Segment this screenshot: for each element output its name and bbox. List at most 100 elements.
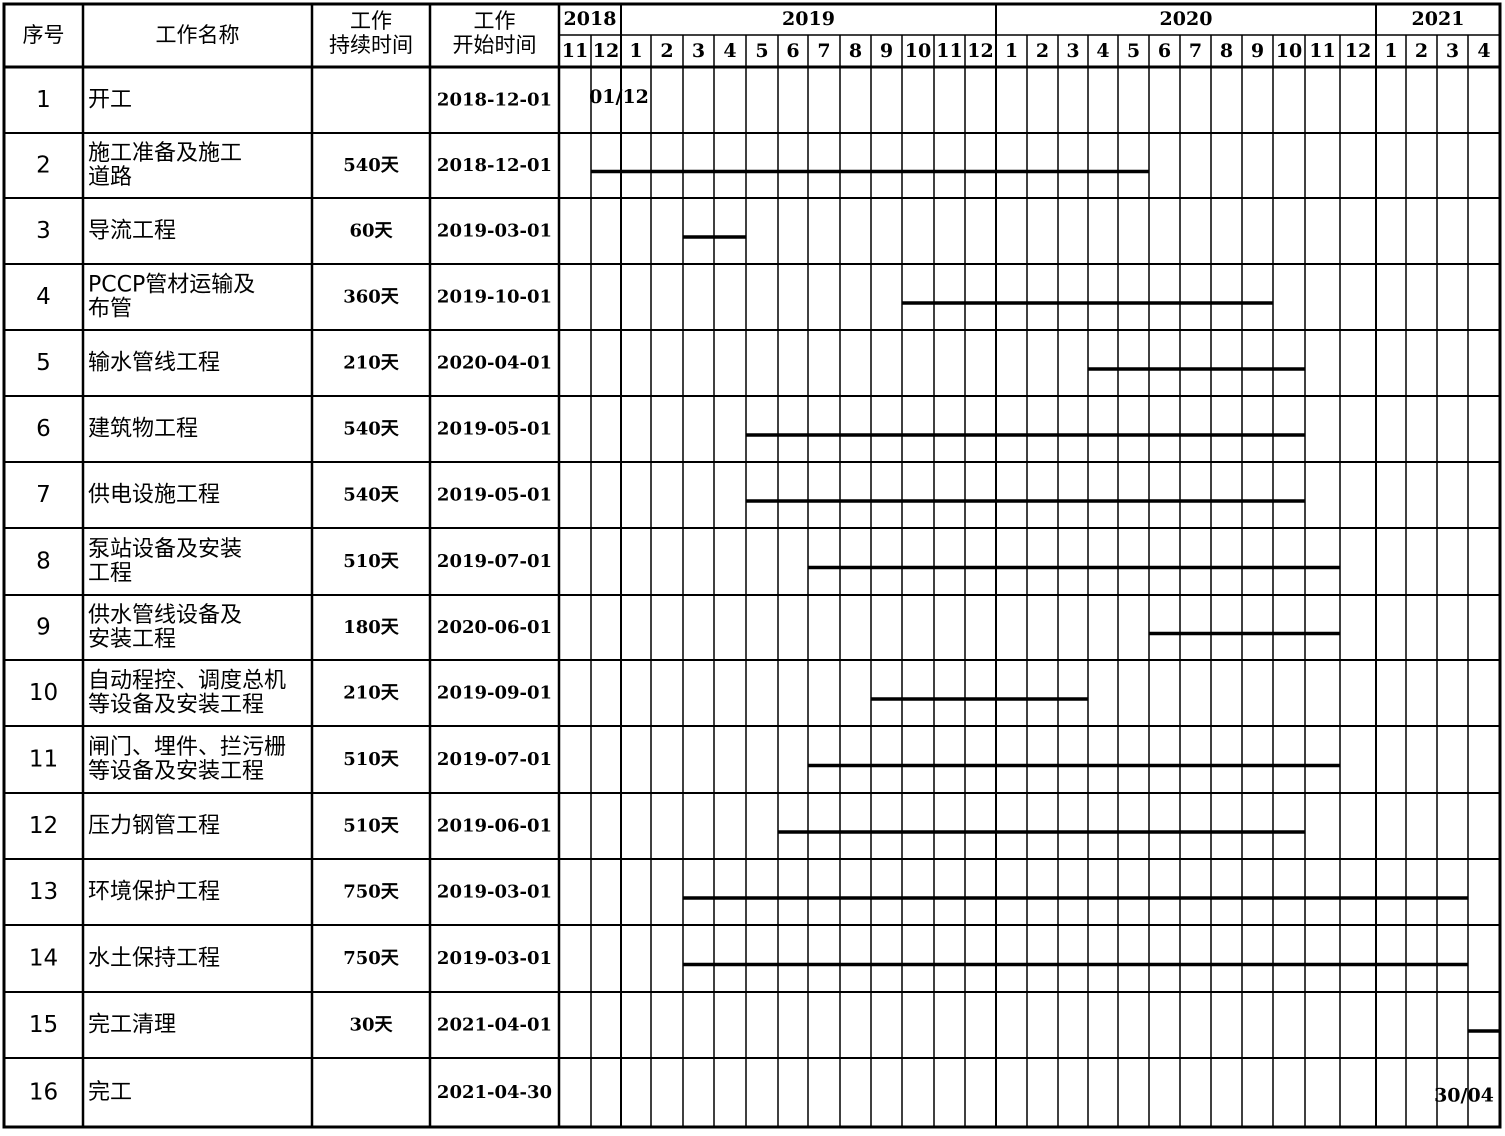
month-label: 2	[660, 40, 673, 62]
milestone-label: 01/12	[589, 86, 649, 108]
month-label: 6	[1158, 40, 1171, 62]
task-start-date: 2020-04-01	[437, 353, 552, 374]
task-number: 15	[29, 1012, 58, 1038]
month-label: 10	[1276, 40, 1302, 62]
month-label: 12	[1345, 40, 1371, 62]
task-number: 14	[29, 946, 58, 972]
task-number: 7	[36, 482, 51, 508]
month-label: 8	[849, 40, 862, 62]
task-number: 16	[29, 1080, 58, 1106]
task-start-date: 2019-03-01	[437, 882, 552, 903]
task-start-date: 2019-07-01	[437, 749, 552, 770]
month-label: 4	[1477, 40, 1490, 62]
task-duration: 540天	[343, 419, 400, 440]
milestone-label: 30/04	[1434, 1085, 1494, 1107]
task-name: 供水管线设备及	[88, 603, 242, 628]
task-duration: 510天	[343, 816, 400, 837]
task-name: 等设备及安装工程	[88, 693, 264, 718]
month-label: 3	[1446, 40, 1459, 62]
task-duration: 210天	[343, 683, 400, 704]
task-start-date: 2018-12-01	[437, 90, 552, 111]
task-start-date: 2020-06-01	[437, 617, 552, 638]
year-label: 2019	[782, 8, 835, 30]
task-duration: 60天	[349, 221, 393, 242]
header-name: 工作名称	[156, 23, 240, 47]
month-label: 4	[723, 40, 736, 62]
task-number: 12	[29, 813, 58, 839]
task-name: 工程	[88, 561, 132, 586]
month-label: 7	[817, 40, 830, 62]
task-name: 泵站设备及安装	[88, 537, 242, 562]
task-number: 9	[36, 615, 51, 641]
month-label: 5	[755, 40, 768, 62]
task-number: 4	[36, 284, 51, 310]
task-number: 1	[36, 87, 51, 113]
task-duration: 750天	[343, 948, 400, 969]
task-start-date: 2019-10-01	[437, 287, 552, 308]
month-label: 7	[1189, 40, 1202, 62]
month-label: 5	[1127, 40, 1140, 62]
month-label: 3	[692, 40, 705, 62]
task-start-date: 2021-04-01	[437, 1015, 552, 1036]
header-start-line1: 工作	[474, 9, 516, 33]
year-label: 2020	[1160, 8, 1213, 30]
task-duration: 540天	[343, 155, 400, 176]
task-start-date: 2019-05-01	[437, 419, 552, 440]
task-name: PCCP管材运输及	[88, 273, 255, 298]
month-label: 4	[1096, 40, 1109, 62]
task-duration: 360天	[343, 287, 400, 308]
month-label: 1	[629, 40, 642, 62]
task-duration: 30天	[349, 1015, 393, 1036]
task-name: 环境保护工程	[88, 880, 220, 905]
month-label: 12	[967, 40, 993, 62]
header-duration-line2: 持续时间	[329, 33, 413, 57]
month-label: 11	[936, 40, 962, 62]
year-label: 2018	[564, 8, 617, 30]
month-label: 12	[593, 40, 619, 62]
month-label: 3	[1066, 40, 1079, 62]
task-number: 13	[29, 879, 58, 905]
task-name: 水土保持工程	[88, 946, 220, 971]
month-label: 1	[1005, 40, 1018, 62]
task-number: 11	[29, 747, 58, 773]
month-label: 6	[786, 40, 799, 62]
month-label: 10	[905, 40, 931, 62]
task-name: 等设备及安装工程	[88, 759, 264, 784]
task-number: 10	[29, 680, 58, 706]
month-label: 2	[1415, 40, 1428, 62]
month-label: 11	[1309, 40, 1335, 62]
task-name: 建筑物工程	[88, 417, 198, 442]
task-name: 导流工程	[88, 219, 176, 244]
month-label: 9	[880, 40, 893, 62]
task-number: 6	[36, 416, 51, 442]
task-number: 5	[36, 350, 51, 376]
task-name: 压力钢管工程	[88, 814, 220, 839]
task-number: 2	[36, 153, 51, 179]
task-name: 安装工程	[88, 627, 176, 652]
month-label: 2	[1036, 40, 1049, 62]
task-name: 完工清理	[88, 1013, 176, 1038]
task-duration: 510天	[343, 749, 400, 770]
task-duration: 210天	[343, 353, 400, 374]
task-name: 自动程控、调度总机	[88, 669, 286, 694]
task-name: 供电设施工程	[88, 483, 220, 508]
task-start-date: 2019-06-01	[437, 816, 552, 837]
task-start-date: 2019-07-01	[437, 551, 552, 572]
month-label: 11	[562, 40, 588, 62]
month-label: 8	[1220, 40, 1233, 62]
task-duration: 750天	[343, 882, 400, 903]
task-start-date: 2019-03-01	[437, 948, 552, 969]
task-start-date: 2019-09-01	[437, 683, 552, 704]
task-start-date: 2021-04-30	[437, 1082, 552, 1103]
task-duration: 180天	[343, 617, 400, 638]
task-name: 输水管线工程	[88, 351, 220, 376]
task-name: 闸门、埋件、拦污栅	[88, 735, 286, 760]
task-number: 3	[36, 218, 51, 244]
task-duration: 510天	[343, 551, 400, 572]
gantt-chart: 序号 工作名称 工作 持续时间 工作 开始时间 2018 2019 2020 2021 11 12 1 2…	[0, 0, 1505, 1131]
task-name: 布管	[88, 297, 132, 322]
header-duration-line1: 工作	[350, 9, 392, 33]
header-start-line2: 开始时间	[453, 33, 537, 57]
year-label: 2021	[1412, 8, 1465, 30]
gantt-svg: 序号 工作名称工作持续时间工作开始时间2018 2019 2020 202111 12 1 2…	[2, 2, 1502, 1129]
